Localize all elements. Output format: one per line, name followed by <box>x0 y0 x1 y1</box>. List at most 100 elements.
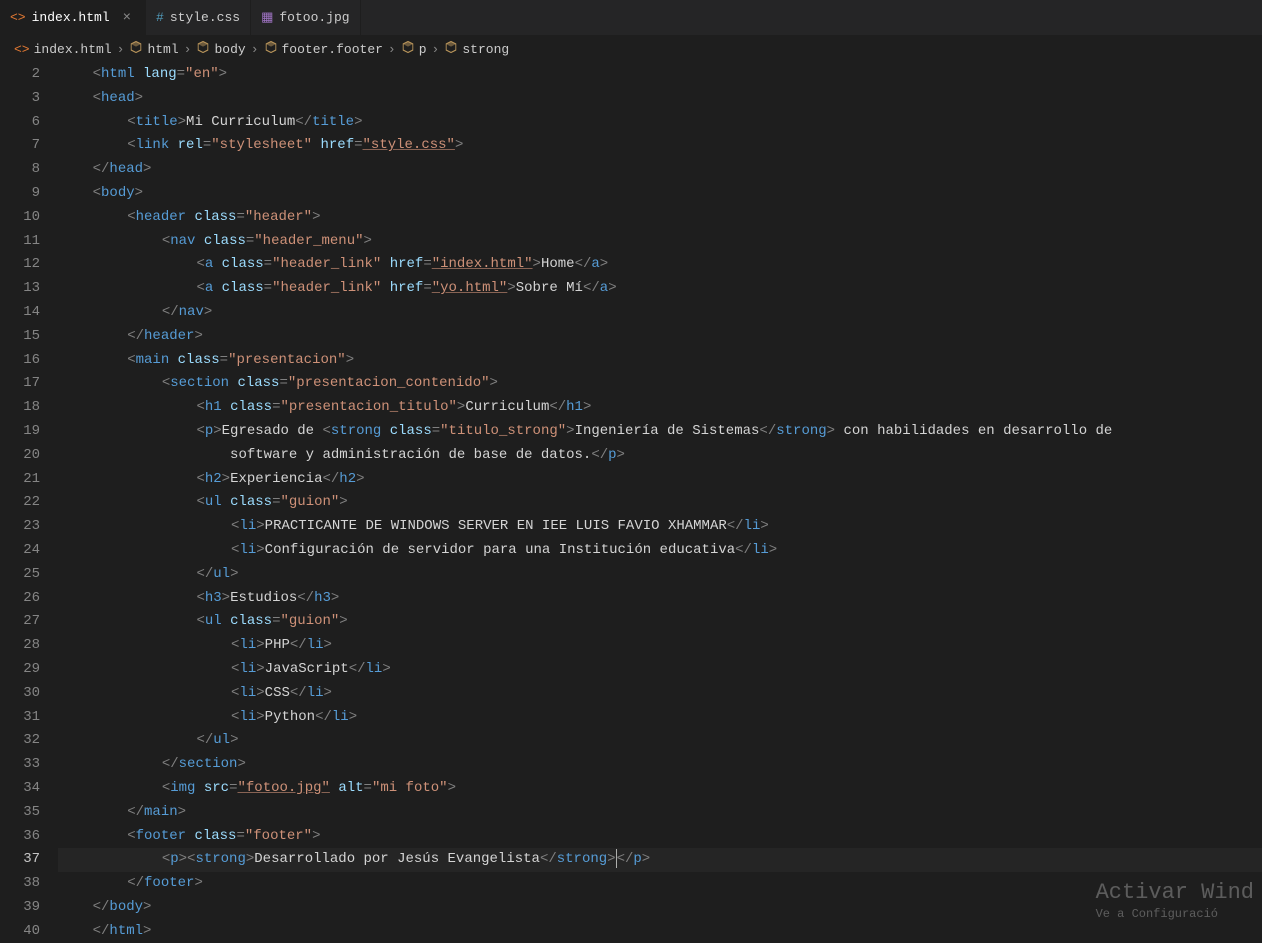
code-line: </head> <box>58 158 1262 182</box>
chevron-right-icon: › <box>184 42 192 57</box>
tab-index-html[interactable]: <> index.html × <box>0 0 146 35</box>
code-line: <section class="presentacion_contenido"> <box>58 372 1262 396</box>
line-number: 27 <box>0 610 40 634</box>
tab-label: index.html <box>32 10 110 25</box>
line-number: 16 <box>0 349 40 373</box>
tab-label: style.css <box>170 10 240 25</box>
code-line: <h1 class="presentacion_titulo">Curricul… <box>58 396 1262 420</box>
code-line: software y administración de base de dat… <box>58 444 1262 468</box>
line-number: 33 <box>0 753 40 777</box>
code-line: </footer> <box>58 872 1262 896</box>
line-number: 3 <box>0 87 40 111</box>
cube-icon <box>444 40 458 58</box>
chevron-right-icon: › <box>388 42 396 57</box>
line-number: 14 <box>0 301 40 325</box>
line-number: 12 <box>0 253 40 277</box>
line-number: 7 <box>0 134 40 158</box>
line-number: 30 <box>0 682 40 706</box>
line-number: 22 <box>0 491 40 515</box>
tab-style-css[interactable]: # style.css <box>146 0 251 35</box>
line-number: 40 <box>0 920 40 943</box>
code-line: <h2>Experiencia</h2> <box>58 468 1262 492</box>
cube-icon <box>196 40 210 58</box>
chevron-right-icon: › <box>117 42 125 57</box>
code-line: </header> <box>58 325 1262 349</box>
tab-bar: <> index.html × # style.css ▦ fotoo.jpg <box>0 0 1262 35</box>
code-line: </section> <box>58 753 1262 777</box>
hash-icon: # <box>156 10 164 25</box>
line-number: 36 <box>0 825 40 849</box>
code-line: <nav class="header_menu"> <box>58 230 1262 254</box>
code-line: </body> <box>58 896 1262 920</box>
code-line: <link rel="stylesheet" href="style.css"> <box>58 134 1262 158</box>
line-number: 2 <box>0 63 40 87</box>
line-number: 35 <box>0 801 40 825</box>
line-number: 13 <box>0 277 40 301</box>
code-line: <li>PHP</li> <box>58 634 1262 658</box>
line-number: 20 <box>0 444 40 468</box>
breadcrumb-item[interactable]: <>index.html <box>14 42 112 57</box>
cube-icon <box>129 40 143 58</box>
breadcrumb-item[interactable]: body <box>196 40 245 58</box>
code-line: <li>PRACTICANTE DE WINDOWS SERVER EN IEE… <box>58 515 1262 539</box>
breadcrumb-item[interactable]: html <box>129 40 178 58</box>
cube-icon <box>264 40 278 58</box>
line-number: 9 <box>0 182 40 206</box>
code-line: <a class="header_link" href="index.html"… <box>58 253 1262 277</box>
code-line: </html> <box>58 920 1262 941</box>
code-line: <p><strong>Desarrollado por Jesús Evange… <box>58 848 1262 872</box>
breadcrumb-item[interactable]: strong <box>444 40 509 58</box>
line-number: 23 <box>0 515 40 539</box>
code-line: </main> <box>58 801 1262 825</box>
close-icon[interactable]: × <box>119 10 135 26</box>
code-editor[interactable]: <html lang="en"> <head> <title>Mi Curric… <box>58 63 1262 941</box>
code-line: <li>JavaScript</li> <box>58 658 1262 682</box>
code-line: <h3>Estudios</h3> <box>58 587 1262 611</box>
code-line: <ul class="guion"> <box>58 491 1262 515</box>
code-line: <ul class="guion"> <box>58 610 1262 634</box>
chevron-right-icon: › <box>432 42 440 57</box>
code-line: </nav> <box>58 301 1262 325</box>
line-number: 10 <box>0 206 40 230</box>
line-number: 17 <box>0 372 40 396</box>
line-number: 19 <box>0 420 40 444</box>
line-number: 21 <box>0 468 40 492</box>
code-line: <p>Egresado de <strong class="titulo_str… <box>58 420 1262 444</box>
line-number: 8 <box>0 158 40 182</box>
line-number: 24 <box>0 539 40 563</box>
line-number: 31 <box>0 706 40 730</box>
line-number: 18 <box>0 396 40 420</box>
code-icon: <> <box>14 42 30 57</box>
line-number: 29 <box>0 658 40 682</box>
breadcrumb[interactable]: <>index.html › html › body › footer.footer › p › s… <box>0 35 1262 63</box>
line-number: 32 <box>0 729 40 753</box>
line-number: 26 <box>0 587 40 611</box>
line-number: 15 <box>0 325 40 349</box>
code-line: <body> <box>58 182 1262 206</box>
chevron-right-icon: › <box>251 42 259 57</box>
breadcrumb-item[interactable]: p <box>401 40 427 58</box>
code-line: <img src="fotoo.jpg" alt="mi foto"> <box>58 777 1262 801</box>
code-line: <head> <box>58 87 1262 111</box>
code-line: <html lang="en"> <box>58 63 1262 87</box>
code-line: <li>Configuración de servidor para una I… <box>58 539 1262 563</box>
code-line: <li>CSS</li> <box>58 682 1262 706</box>
line-number: 39 <box>0 896 40 920</box>
line-number: 38 <box>0 872 40 896</box>
code-line: <title>Mi Curriculum</title> <box>58 111 1262 135</box>
code-line: <footer class="footer"> <box>58 825 1262 849</box>
line-number: 25 <box>0 563 40 587</box>
code-line: <header class="header"> <box>58 206 1262 230</box>
line-number: 11 <box>0 230 40 254</box>
code-line: <a class="header_link" href="yo.html">So… <box>58 277 1262 301</box>
line-gutter: 2367891011121314151617181920212223242526… <box>0 63 58 941</box>
line-number: 37 <box>0 848 40 872</box>
cube-icon <box>401 40 415 58</box>
line-number: 34 <box>0 777 40 801</box>
line-number: 28 <box>0 634 40 658</box>
line-number: 6 <box>0 111 40 135</box>
tab-fotoo-jpg[interactable]: ▦ fotoo.jpg <box>251 0 361 35</box>
tab-label: fotoo.jpg <box>279 10 349 25</box>
breadcrumb-item[interactable]: footer.footer <box>264 40 383 58</box>
code-line: <li>Python</li> <box>58 706 1262 730</box>
